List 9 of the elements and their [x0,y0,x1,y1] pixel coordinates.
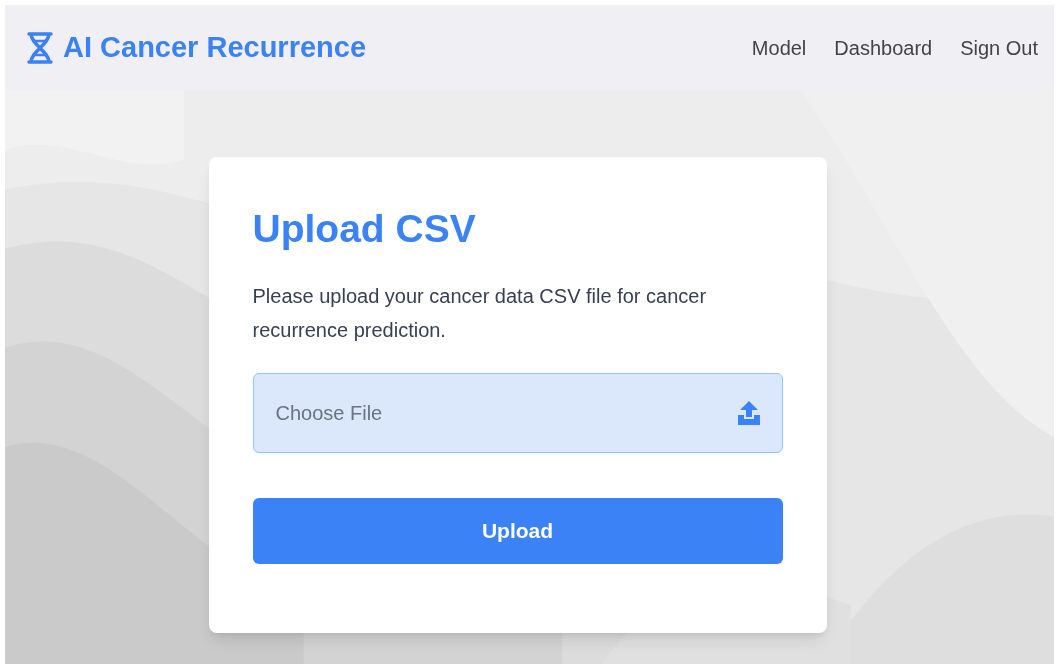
nav-link[interactable]: Dashboard [834,32,933,63]
description-text: Please upload your cancer data CSV file for cancer recurrence prediction. [252,284,708,343]
upload-button[interactable]: Upload [252,498,783,564]
card-title: Upload CSV [252,206,477,252]
brand-title: AI Cancer Recurrence [63,29,367,65]
nav-link[interactable]: Sign Out [960,32,1038,63]
upload-icon [736,400,761,426]
file-field[interactable]: Choose File [252,373,783,453]
nav-link[interactable]: Model [751,32,807,63]
